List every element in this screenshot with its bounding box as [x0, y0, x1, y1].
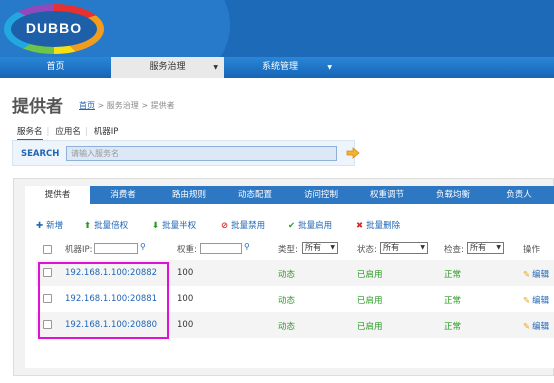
provider-tabs: 提供者 消费者 路由规则 动态配置 访问控制 权重调节 负载均衡 负责人 — [25, 186, 554, 204]
select-value: 所有 — [470, 243, 486, 252]
nav-item-service-governance[interactable]: 服务治理 ▼ — [111, 57, 224, 78]
edit-link[interactable]: ✎ 编辑 — [523, 320, 549, 332]
subtab-app-name[interactable]: 应用名 — [55, 127, 81, 137]
status-filter-select[interactable]: 所有 ▼ — [380, 242, 428, 254]
chevron-down-icon: ▼ — [496, 244, 501, 251]
check-value: 正常 — [444, 270, 462, 280]
x-icon: ✖ — [356, 221, 364, 231]
action-label: 批量启用 — [298, 221, 333, 231]
pencil-icon: ✎ — [523, 296, 531, 306]
type-filter-select[interactable]: 所有 ▼ — [302, 242, 338, 254]
search-input[interactable]: 请输入服务名 — [66, 146, 337, 161]
subtab-service-name[interactable]: 服务名 — [17, 127, 43, 141]
edit-link[interactable]: ✎ 编辑 — [523, 294, 549, 306]
action-label: 批量禁用 — [231, 221, 266, 231]
op-column-header: 操作 — [523, 245, 541, 255]
type-filter-label: 类型: — [278, 245, 298, 255]
add-button[interactable]: ✚ 新增 — [36, 219, 63, 231]
action-label: 批量删除 — [366, 221, 401, 231]
nav-item-home[interactable]: 首页 — [0, 57, 111, 78]
search-icon[interactable]: ⚲ — [244, 242, 250, 251]
chevron-down-icon: ▼ — [327, 64, 332, 71]
arrow-right-icon[interactable] — [346, 146, 360, 160]
highlight-box — [38, 262, 169, 339]
main-nav: 首页 服务治理 ▼ 系统管理 ▼ — [0, 57, 554, 78]
tab-owner[interactable]: 负责人 — [486, 186, 552, 204]
tab-providers[interactable]: 提供者 — [25, 186, 90, 204]
check-icon: ✔ — [288, 221, 296, 231]
breadcrumb-rest: > 服务治理 > 提供者 — [95, 101, 175, 110]
edit-label: 编辑 — [532, 296, 550, 306]
tab-dynamic-config[interactable]: 动态配置 — [222, 186, 288, 204]
divider: | — [46, 127, 50, 137]
tab-load-balance[interactable]: 负载均衡 — [420, 186, 486, 204]
status-value: 已启用 — [357, 296, 383, 306]
tab-access-control[interactable]: 访问控制 — [288, 186, 354, 204]
dubbo-logo[interactable]: DUBBO — [4, 4, 104, 54]
check-filter-label: 检查: — [444, 245, 464, 255]
type-value: 动态 — [278, 322, 296, 332]
action-label: 批量半权 — [162, 221, 197, 231]
weight-value: 100 — [177, 294, 194, 304]
logo-text: DUBBO — [25, 20, 83, 36]
chevron-down-icon: ▼ — [213, 64, 218, 71]
select-all-checkbox[interactable] — [43, 245, 52, 254]
search-label: SEARCH — [21, 149, 60, 159]
plus-icon: ✚ — [36, 221, 44, 231]
weight-filter-label: 权重: — [177, 245, 197, 255]
batch-double-weight-button[interactable]: ⬆ 批量倍权 — [84, 219, 128, 231]
status-value: 已启用 — [357, 270, 383, 280]
edit-label: 编辑 — [532, 270, 550, 280]
edit-link[interactable]: ✎ 编辑 — [523, 268, 549, 280]
ip-filter-input[interactable] — [94, 243, 138, 254]
batch-delete-button[interactable]: ✖ 批量删除 — [356, 219, 400, 231]
nav-label: 系统管理 — [261, 62, 298, 72]
status-value: 已启用 — [357, 322, 383, 332]
status-filter-label: 状态: — [357, 245, 377, 255]
nav-label: 服务治理 — [149, 62, 186, 72]
search-type-tabs: 服务名 | 应用名 | 机器IP — [17, 125, 122, 141]
subtab-machine-ip[interactable]: 机器IP — [94, 127, 119, 137]
tab-weight[interactable]: 权重调节 — [354, 186, 420, 204]
type-value: 动态 — [278, 296, 296, 306]
arrow-down-icon: ⬇ — [152, 221, 160, 231]
batch-half-weight-button[interactable]: ⬇ 批量半权 — [152, 219, 196, 231]
search-icon[interactable]: ⚲ — [140, 242, 146, 251]
pencil-icon: ✎ — [523, 270, 531, 280]
nav-label: 首页 — [46, 62, 65, 72]
weight-value: 100 — [177, 320, 194, 330]
divider: | — [84, 127, 88, 137]
check-value: 正常 — [444, 296, 462, 306]
check-value: 正常 — [444, 322, 462, 332]
batch-enable-button[interactable]: ✔ 批量启用 — [288, 219, 332, 231]
select-value: 所有 — [383, 243, 399, 252]
nav-item-system-admin[interactable]: 系统管理 ▼ — [224, 57, 336, 78]
filter-row: 机器IP: ⚲ 权重: ⚲ 类型: 所有 ▼ 状态: 所有 ▼ 检查: 所有 ▼ 操作 — [36, 241, 554, 257]
header-bar: DUBBO — [0, 0, 554, 57]
weight-filter-input[interactable] — [200, 243, 242, 254]
chevron-down-icon: ▼ — [330, 244, 335, 251]
page-title: 提供者 — [12, 97, 63, 117]
check-filter-select[interactable]: 所有 ▼ — [467, 242, 504, 254]
tab-consumers[interactable]: 消费者 — [90, 186, 156, 204]
weight-value: 100 — [177, 268, 194, 278]
action-label: 新增 — [46, 221, 64, 231]
search-bar: SEARCH 请输入服务名 — [12, 140, 360, 166]
type-value: 动态 — [278, 270, 296, 280]
chevron-down-icon: ▼ — [420, 244, 425, 251]
edit-label: 编辑 — [532, 322, 550, 332]
action-label: 批量倍权 — [94, 221, 129, 231]
select-value: 所有 — [305, 243, 321, 252]
ip-filter-label: 机器IP: — [65, 245, 93, 255]
batch-disable-button[interactable]: ⊘ 批量禁用 — [221, 219, 265, 231]
pencil-icon: ✎ — [523, 322, 531, 332]
breadcrumb: 首页 > 服务治理 > 提供者 — [79, 100, 175, 111]
ban-icon: ⊘ — [221, 221, 229, 231]
breadcrumb-home-link[interactable]: 首页 — [79, 101, 95, 110]
tab-routes[interactable]: 路由规则 — [156, 186, 222, 204]
arrow-up-icon: ⬆ — [84, 221, 92, 231]
